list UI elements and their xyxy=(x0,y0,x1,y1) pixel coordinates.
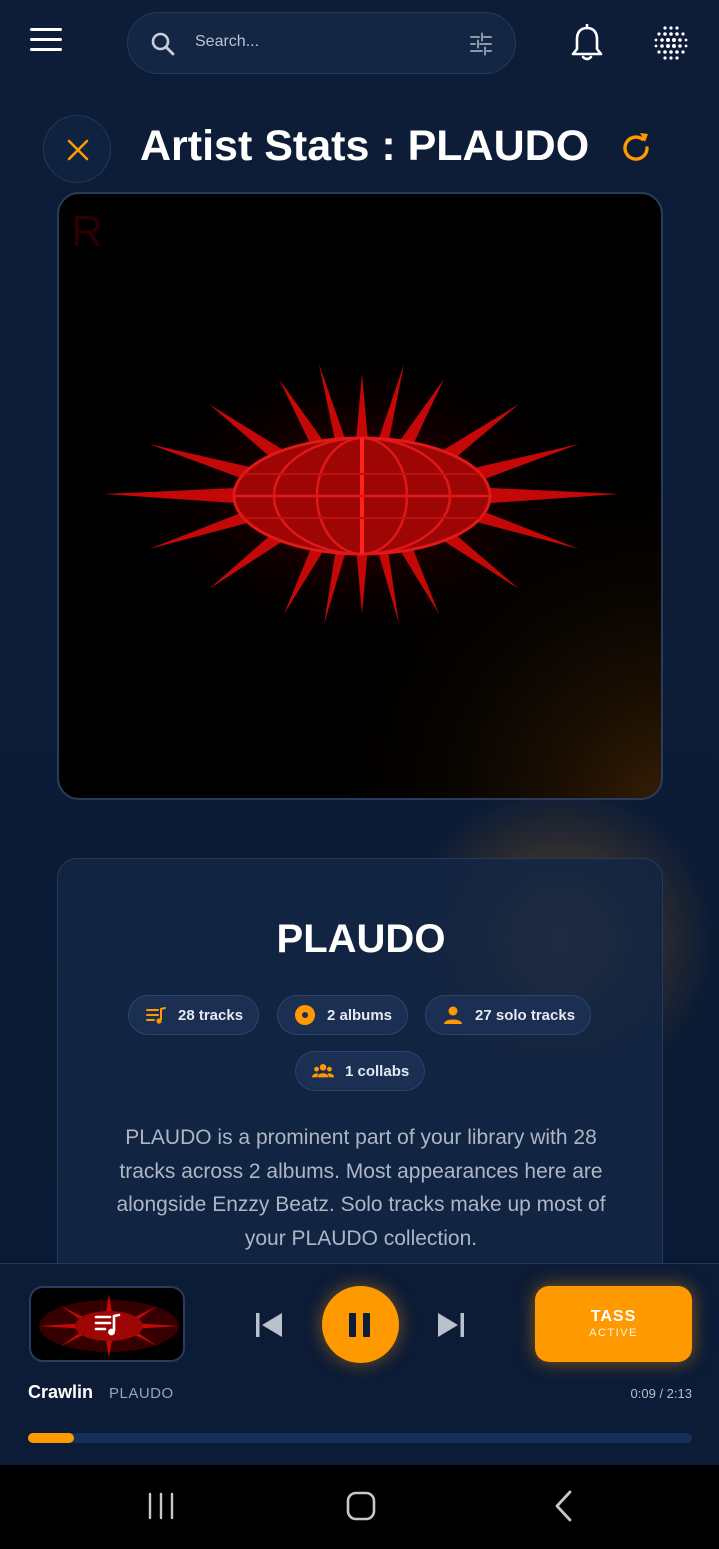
stat-chip-albums: 2 albums xyxy=(277,995,409,1035)
stat-label: 28 tracks xyxy=(178,1006,244,1024)
search-input[interactable]: Search... xyxy=(195,33,259,51)
album-icon xyxy=(295,1005,315,1025)
pause-icon xyxy=(349,1313,370,1337)
stat-chip-tracks: 28 tracks xyxy=(128,995,260,1035)
artist-name: PLAUDO xyxy=(276,917,446,961)
top-bar: Search... xyxy=(0,0,719,86)
progress-bar[interactable] xyxy=(28,1433,692,1443)
stat-label: 27 solo tracks xyxy=(475,1006,576,1024)
back-icon[interactable] xyxy=(550,1489,578,1523)
refresh-icon[interactable] xyxy=(618,130,654,166)
notification-bell-icon[interactable] xyxy=(569,24,605,64)
track-artist[interactable]: PLAUDO xyxy=(109,1385,174,1402)
playback-time: 0:09 / 2:13 xyxy=(630,1386,692,1401)
search-bar[interactable]: Search... xyxy=(127,12,516,74)
stat-label: 2 albums xyxy=(327,1006,393,1024)
person-icon xyxy=(444,1006,462,1024)
spiked-globe-artwork: R xyxy=(59,194,661,798)
pause-button[interactable] xyxy=(322,1286,399,1363)
stat-label: 1 collabs xyxy=(345,1062,410,1080)
close-icon xyxy=(67,139,89,161)
queue-music-icon xyxy=(94,1313,121,1336)
home-icon[interactable] xyxy=(344,1489,378,1523)
close-button[interactable] xyxy=(43,115,111,183)
artwork-corner-mark: R xyxy=(71,207,103,256)
app-screen: Search... Artist Stats: PLAUDO R PLAUDO… xyxy=(0,0,719,1465)
progress-fill xyxy=(28,1433,75,1443)
page-title: Artist Stats : PLAUDO xyxy=(140,122,590,170)
tass-status: ACTIVE xyxy=(589,1327,638,1339)
skip-next-icon[interactable] xyxy=(434,1308,468,1342)
skip-previous-icon[interactable] xyxy=(252,1308,286,1342)
track-title[interactable]: Crawlin xyxy=(28,1382,93,1403)
stat-chip-solo: 27 solo tracks xyxy=(425,995,592,1035)
artist-info-card: PLAUDO 28 tracks 2 albums 27 solo tracks… xyxy=(57,858,663,1298)
artist-artwork: R xyxy=(57,192,663,800)
menu-icon[interactable] xyxy=(30,28,68,58)
tass-label: TASS xyxy=(590,1308,637,1325)
mini-player: TASS ACTIVE Crawlin PLAUDO 0:09 / 2:13 xyxy=(0,1263,719,1465)
search-icon xyxy=(151,32,175,56)
group-icon xyxy=(312,1064,334,1078)
apps-dots-icon[interactable] xyxy=(652,24,690,62)
tass-toggle-button[interactable]: TASS ACTIVE xyxy=(535,1286,692,1362)
now-playing-thumbnail[interactable] xyxy=(29,1286,185,1362)
filter-sliders-icon[interactable] xyxy=(468,31,494,57)
queue-music-icon xyxy=(146,1007,166,1024)
stat-chip-collabs: 1 collabs xyxy=(295,1051,426,1091)
system-nav-bar xyxy=(0,1465,719,1549)
artist-description: PLAUDO is a prominent part of your libra… xyxy=(116,1126,606,1250)
recent-apps-icon[interactable] xyxy=(146,1491,176,1521)
